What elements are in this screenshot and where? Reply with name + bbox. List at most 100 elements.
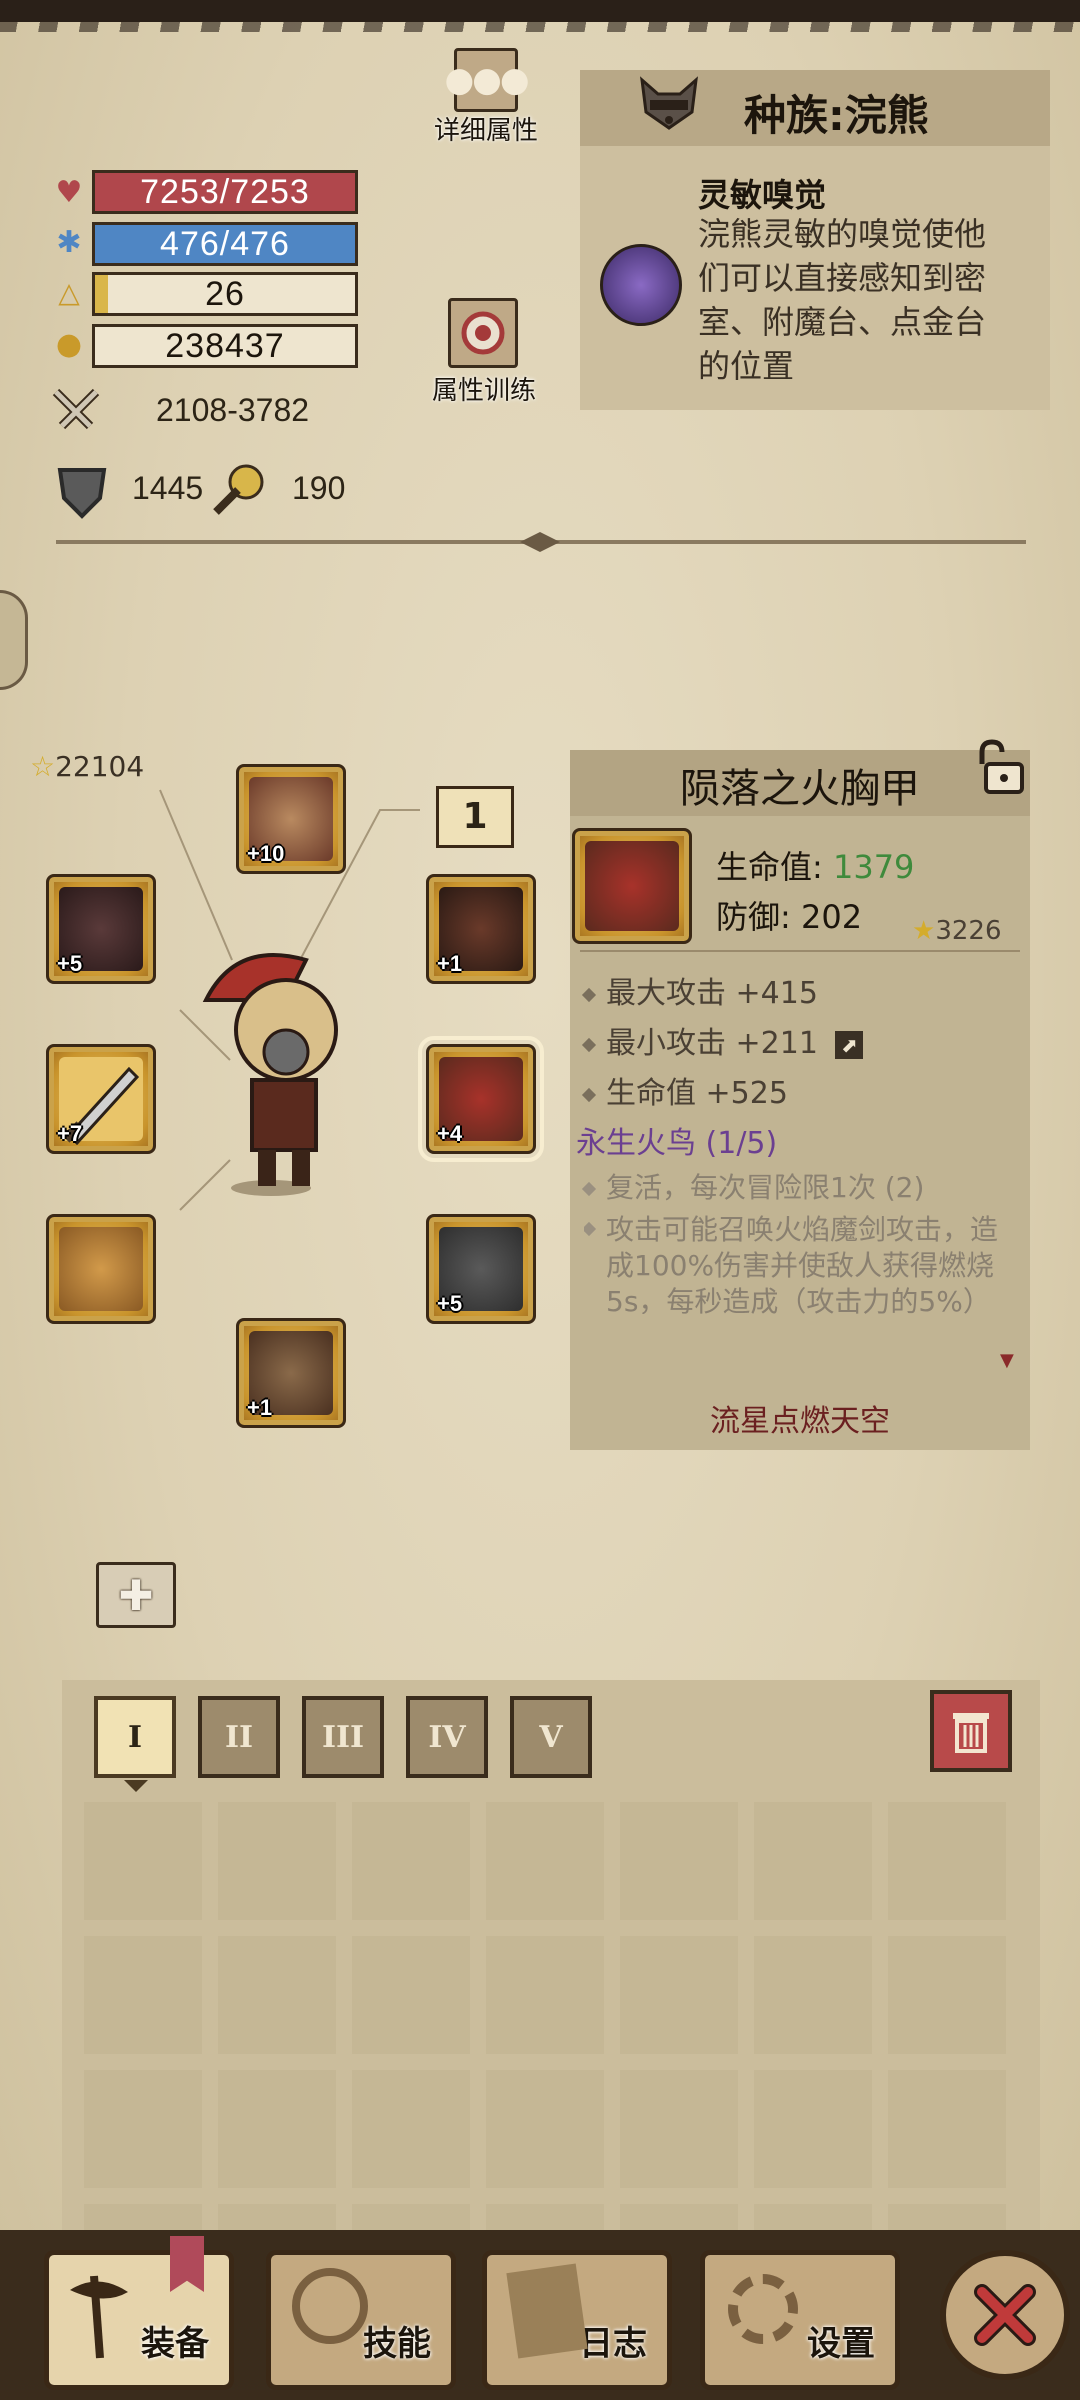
inventory-cell[interactable]: [352, 1802, 470, 1920]
level-progress-fill: [95, 275, 108, 313]
item-divider: [580, 950, 1020, 952]
set-effect-clip: 攻击可能召唤火焰魔剑攻击，造成100%伤害并使敌人获得燃烧5s，每秒造成（攻击力…: [584, 1212, 1004, 1314]
chestplate-preview-icon: [585, 841, 679, 931]
item-preview-icon: [572, 828, 692, 944]
mp-bar: 476/476: [92, 222, 358, 266]
discard-button[interactable]: [930, 1690, 1012, 1772]
inventory-cell[interactable]: [888, 2070, 1006, 2188]
inventory-cell[interactable]: [888, 1936, 1006, 2054]
inventory-cell[interactable]: [84, 1802, 202, 1920]
gold-bar: 238437: [92, 324, 358, 368]
detail-attributes-button[interactable]: ●●●: [445, 48, 530, 112]
set-effect-text: 复活，每次冒险限1次 (2): [606, 1171, 925, 1204]
trash-icon: [953, 1713, 989, 1753]
inventory-tab-4[interactable]: IV: [406, 1696, 488, 1778]
side-drawer-tab[interactable]: [0, 590, 28, 690]
inventory-cell[interactable]: [218, 1936, 336, 2054]
bonus-text: 最小攻击 +211: [606, 1026, 818, 1061]
boots-slot[interactable]: +1: [236, 1318, 346, 1428]
nav-equipment-label: 装备: [141, 2324, 209, 2364]
keen-smell-ability-icon[interactable]: [600, 244, 682, 326]
gloves-slot[interactable]: [46, 1214, 156, 1324]
bonus-line: 最小攻击 +211 ⬈: [581, 1018, 864, 1062]
inventory-tab-1[interactable]: I: [94, 1696, 176, 1778]
divider-ornament: [520, 530, 560, 554]
chest-slot[interactable]: +4: [418, 1036, 544, 1162]
add-slot-button[interactable]: ✚: [96, 1562, 176, 1628]
inventory-tab-3[interactable]: III: [302, 1696, 384, 1778]
defense-value: 1445: [132, 470, 204, 506]
inventory-cell[interactable]: [352, 2070, 470, 2188]
inventory-cell[interactable]: [486, 2070, 604, 2188]
shoulder-slot[interactable]: +5: [46, 874, 156, 984]
ring-slot[interactable]: 1: [436, 786, 514, 848]
item-def-line: 防御: 202: [716, 892, 862, 938]
upgrade-arrow-icon: ⬈: [835, 1030, 864, 1059]
set-effect: 复活，每次冒险限1次 (2): [581, 1166, 925, 1206]
item-flavor-text: 流星点燃天空: [710, 1404, 890, 1439]
bullet-icon: [581, 1037, 597, 1052]
gauntlet-icon: [59, 1227, 143, 1311]
pants-slot[interactable]: +5: [426, 1214, 536, 1324]
nav-log-label: 日志: [579, 2324, 647, 2364]
helmet-level: +10: [247, 841, 285, 866]
scroll-down-icon[interactable]: ▼: [1000, 1350, 1014, 1371]
amulet-level: +1: [437, 951, 463, 976]
item-score: ★3226: [912, 916, 1001, 946]
weapon-slot[interactable]: +7: [46, 1044, 156, 1154]
inventory-tab-2[interactable]: II: [198, 1696, 280, 1778]
level-value: 26: [205, 275, 245, 313]
shield-icon: [56, 464, 108, 520]
luck-icon: [210, 462, 266, 518]
item-hp-line: 生命值: 1379: [716, 842, 914, 888]
weapon-level: +7: [57, 1121, 83, 1146]
inventory-cell[interactable]: [84, 1936, 202, 2054]
bonus-text: 生命值 +525: [606, 1076, 788, 1111]
bonus-line: 生命值 +525: [581, 1068, 788, 1112]
inventory-tab-5[interactable]: V: [510, 1696, 592, 1778]
item-hp-label: 生命值:: [716, 848, 823, 886]
item-hp-value: 1379: [832, 848, 915, 886]
inventory-cell[interactable]: [888, 1802, 1006, 1920]
inventory-cell[interactable]: [84, 2070, 202, 2188]
inventory-cell[interactable]: [218, 2070, 336, 2188]
level-bar: 26: [92, 272, 358, 316]
item-star-icon: ★: [912, 916, 936, 946]
gear-icon: [728, 2274, 798, 2344]
item-def-label: 防御:: [716, 898, 791, 936]
inventory-cell[interactable]: [486, 1936, 604, 2054]
bonus-text: 最大攻击 +415: [606, 976, 818, 1011]
close-icon: [974, 2284, 1036, 2346]
close-button[interactable]: [940, 2250, 1070, 2380]
inventory-cell[interactable]: [754, 1936, 872, 2054]
set-effect-text: 攻击可能召唤火焰魔剑攻击，造成100%伤害并使敌人获得燃烧5s，每秒造成（攻击力…: [606, 1213, 999, 1314]
top-border-fringe: [0, 18, 1080, 32]
target-icon: [461, 311, 505, 355]
inventory-cell[interactable]: [620, 1936, 738, 2054]
attribute-training-button[interactable]: [448, 298, 518, 368]
inventory-cell[interactable]: [754, 1802, 872, 1920]
inventory-cell[interactable]: [620, 1802, 738, 1920]
active-tab-indicator: [124, 1780, 148, 1792]
inventory-cell[interactable]: [352, 1936, 470, 2054]
shoulder-level: +5: [57, 951, 83, 976]
helmet-slot[interactable]: +10: [236, 764, 346, 874]
book-icon: [506, 2263, 588, 2359]
inventory-cell[interactable]: [620, 2070, 738, 2188]
inventory-cell[interactable]: [486, 1802, 604, 1920]
mana-icon: ✱: [56, 225, 82, 260]
character-avatar: [176, 940, 366, 1200]
lock-open-icon[interactable]: [970, 738, 1028, 796]
inventory-cell[interactable]: [218, 1802, 336, 1920]
item-score-value: 3226: [935, 916, 1002, 946]
inventory-cell[interactable]: [754, 2070, 872, 2188]
chest-level: +4: [437, 1121, 463, 1146]
amulet-slot[interactable]: +1: [426, 874, 536, 984]
race-title: 种族:浣熊: [744, 91, 929, 140]
boots-level: +1: [247, 1395, 273, 1420]
ability-description: 浣熊灵敏的嗅觉使他们可以直接感知到密室、附魔台、点金台的位置: [698, 215, 987, 385]
axe-icon: [64, 2272, 134, 2362]
set-effect: 攻击可能召唤火焰魔剑攻击，造成100%伤害并使敌人获得燃烧5s，每秒造成（攻击力…: [584, 1212, 1004, 1314]
heart-icon: ♥: [55, 175, 83, 210]
pants-level: +5: [437, 1291, 463, 1316]
